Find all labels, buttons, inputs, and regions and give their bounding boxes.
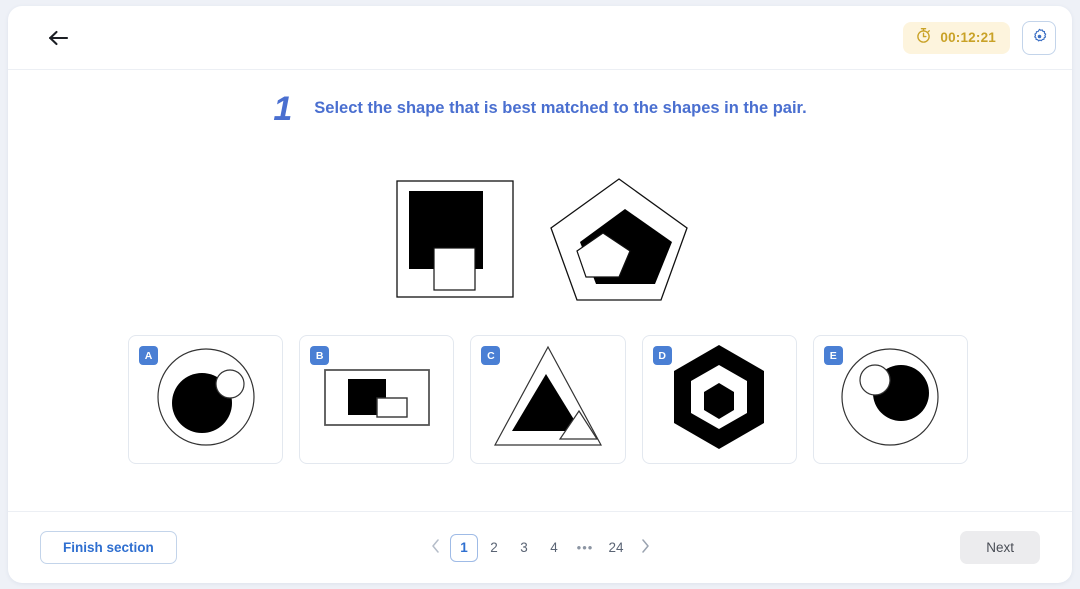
arrow-left-icon [48, 29, 70, 47]
chevron-right-icon [641, 538, 650, 557]
pagination-prev-button[interactable] [422, 535, 448, 561]
pagination-page-3[interactable]: 3 [510, 534, 538, 562]
option-figure-b [319, 341, 435, 458]
back-button[interactable] [40, 19, 78, 57]
question-text: Select the shape that is best matched to… [314, 99, 807, 117]
option-badge-b: B [310, 346, 330, 365]
settings-button[interactable] [1022, 20, 1056, 55]
option-card-b[interactable]: B [299, 335, 455, 464]
option-figure-d [663, 341, 775, 458]
option-card-c[interactable]: C [470, 335, 626, 464]
pagination-next-button[interactable] [632, 535, 658, 561]
finish-section-button[interactable]: Finish section [40, 531, 177, 564]
pagination-page-4[interactable]: 4 [540, 534, 568, 562]
stimulus-pair [8, 166, 1072, 316]
option-figure-c [489, 341, 607, 458]
footer-bar: Finish section 1 2 3 4 ••• 24 Next [8, 511, 1072, 583]
next-button[interactable]: Next [960, 531, 1040, 564]
question-prompt: 1 Select the shape that is best matched … [8, 90, 1072, 128]
pagination-page-1[interactable]: 1 [450, 533, 478, 562]
option-badge-d: D [652, 346, 672, 365]
option-figure-a [150, 341, 262, 458]
option-figure-e [834, 341, 946, 458]
timer-value: 00:12:21 [940, 30, 996, 45]
stimulus-figure-pentagon [545, 171, 693, 312]
option-card-a[interactable]: A [128, 335, 284, 464]
pagination-page-last[interactable]: 24 [602, 534, 630, 562]
pagination-ellipsis: ••• [576, 540, 594, 555]
assessment-window: 00:12:21 1 Select the shape that is best… [8, 6, 1072, 583]
option-badge-a: A [139, 346, 158, 365]
timer-display: 00:12:21 [903, 21, 1010, 54]
gear-icon [1031, 28, 1048, 48]
stimulus-figure-square [387, 171, 523, 312]
option-badge-e: E [823, 346, 843, 365]
header-bar: 00:12:21 [8, 6, 1072, 70]
pagination-page-2[interactable]: 2 [480, 534, 508, 562]
chevron-left-icon [431, 538, 440, 557]
pagination: 1 2 3 4 ••• 24 [422, 533, 658, 562]
answer-options: A B C D E [128, 335, 969, 464]
option-card-e[interactable]: E [812, 335, 969, 464]
question-number: 1 [273, 90, 293, 128]
option-badge-c: C [481, 346, 501, 365]
stopwatch-icon [915, 27, 932, 49]
option-card-d[interactable]: D [641, 335, 797, 464]
